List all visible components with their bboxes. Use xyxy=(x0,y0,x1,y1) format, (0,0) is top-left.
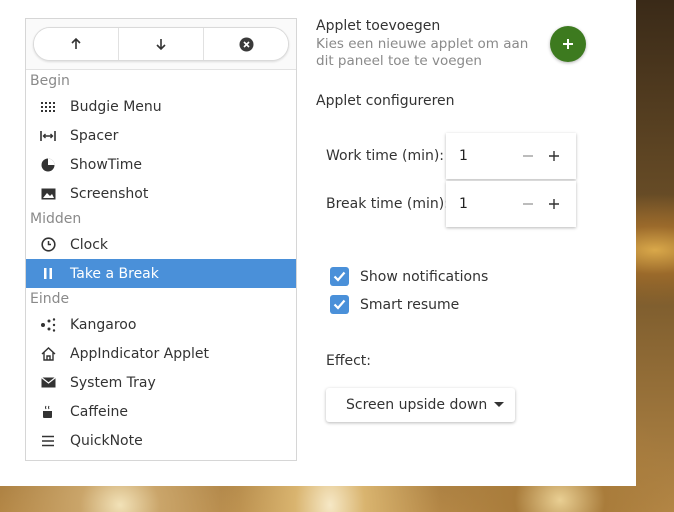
checkmark-icon xyxy=(333,299,346,310)
pie-clock-icon xyxy=(39,156,57,174)
home-icon xyxy=(39,345,57,363)
work-time-value[interactable]: 1 xyxy=(446,148,515,164)
image-icon xyxy=(39,185,57,203)
smart-resume-checkbox[interactable] xyxy=(330,295,349,314)
list-item-label: Screenshot xyxy=(70,185,149,202)
break-time-label: Break time (min): xyxy=(326,196,449,212)
list-item-label: Budgie Menu xyxy=(70,98,162,115)
break-time-decrement-button[interactable] xyxy=(515,191,541,217)
break-time-increment-button[interactable] xyxy=(541,191,567,217)
smart-resume-row[interactable]: Smart resume xyxy=(330,295,459,314)
list-item-label: Take a Break xyxy=(70,265,159,282)
list-item-caffeine[interactable]: Caffeine xyxy=(26,397,296,426)
clock-icon xyxy=(39,236,57,254)
section-header-einde: Einde xyxy=(30,291,70,307)
add-applet-button[interactable] xyxy=(550,26,586,62)
list-item-quicknote[interactable]: QuickNote xyxy=(26,426,296,455)
move-up-button[interactable] xyxy=(34,28,119,60)
list-item-take-a-break[interactable]: Take a Break xyxy=(26,259,296,288)
coffee-cup-icon xyxy=(39,403,57,421)
effect-selected-value: Screen upside down xyxy=(346,397,488,413)
checkmark-icon xyxy=(333,271,346,282)
remove-applet-button[interactable] xyxy=(204,28,288,60)
toolbar-button-group xyxy=(33,27,289,61)
work-time-label: Work time (min): xyxy=(326,148,445,164)
dropdown-arrow-icon xyxy=(494,402,504,407)
list-item-spacer[interactable]: Spacer xyxy=(26,121,296,150)
spacer-icon xyxy=(39,127,57,145)
effect-dropdown[interactable]: Screen upside down xyxy=(326,388,515,422)
list-item-label: ShowTime xyxy=(70,156,143,173)
list-item-showtime[interactable]: ShowTime xyxy=(26,150,296,179)
envelope-icon xyxy=(39,374,57,392)
minus-icon xyxy=(523,203,533,205)
list-item-label: System Tray xyxy=(70,374,156,391)
panel-settings-window: Begin Budgie Menu Spacer ShowTime Screen… xyxy=(0,0,636,486)
remove-circle-icon xyxy=(239,37,253,51)
lines-icon xyxy=(39,432,57,450)
list-item-label: Spacer xyxy=(70,127,119,144)
list-item-kangaroo[interactable]: Kangaroo xyxy=(26,310,296,339)
minus-icon xyxy=(523,155,533,157)
configure-applet-title: Applet configureren xyxy=(316,93,455,109)
effect-label: Effect: xyxy=(326,353,372,369)
applet-list-toolbar xyxy=(26,19,296,70)
kangaroo-icon xyxy=(39,316,57,334)
add-applet-description: Kies een nieuwe applet om aan dit paneel… xyxy=(316,36,529,69)
show-notifications-checkbox[interactable] xyxy=(330,267,349,286)
list-item-system-tray[interactable]: System Tray xyxy=(26,368,296,397)
work-time-decrement-button[interactable] xyxy=(515,143,541,169)
list-item-label: AppIndicator Applet xyxy=(70,345,210,362)
show-notifications-label: Show notifications xyxy=(360,268,489,285)
break-time-value[interactable]: 1 xyxy=(446,196,515,212)
plus-icon xyxy=(549,199,559,209)
app-grid-icon xyxy=(39,98,57,116)
show-notifications-row[interactable]: Show notifications xyxy=(330,267,488,286)
section-header-begin: Begin xyxy=(30,73,70,89)
list-item-budgie-menu[interactable]: Budgie Menu xyxy=(26,92,296,121)
list-item-label: QuickNote xyxy=(70,432,143,449)
plus-icon xyxy=(549,151,559,161)
list-item-screenshot[interactable]: Screenshot xyxy=(26,179,296,208)
break-time-spinbutton: 1 xyxy=(446,181,576,227)
smart-resume-label: Smart resume xyxy=(360,296,460,313)
plus-icon xyxy=(563,39,573,49)
list-item-clock[interactable]: Clock xyxy=(26,230,296,259)
applet-list-panel: Begin Budgie Menu Spacer ShowTime Screen… xyxy=(25,18,297,461)
work-time-increment-button[interactable] xyxy=(541,143,567,169)
add-applet-title: Applet toevoegen xyxy=(316,18,441,34)
move-down-button[interactable] xyxy=(119,28,204,60)
work-time-spinbutton: 1 xyxy=(446,133,576,179)
list-item-label: Caffeine xyxy=(70,403,128,420)
arrow-down-icon xyxy=(156,39,166,51)
list-item-label: Kangaroo xyxy=(70,316,137,333)
pause-icon xyxy=(39,265,57,283)
arrow-up-icon xyxy=(71,37,81,49)
list-item-appindicator-applet[interactable]: AppIndicator Applet xyxy=(26,339,296,368)
section-header-midden: Midden xyxy=(30,211,82,227)
list-item-label: Clock xyxy=(70,236,109,253)
